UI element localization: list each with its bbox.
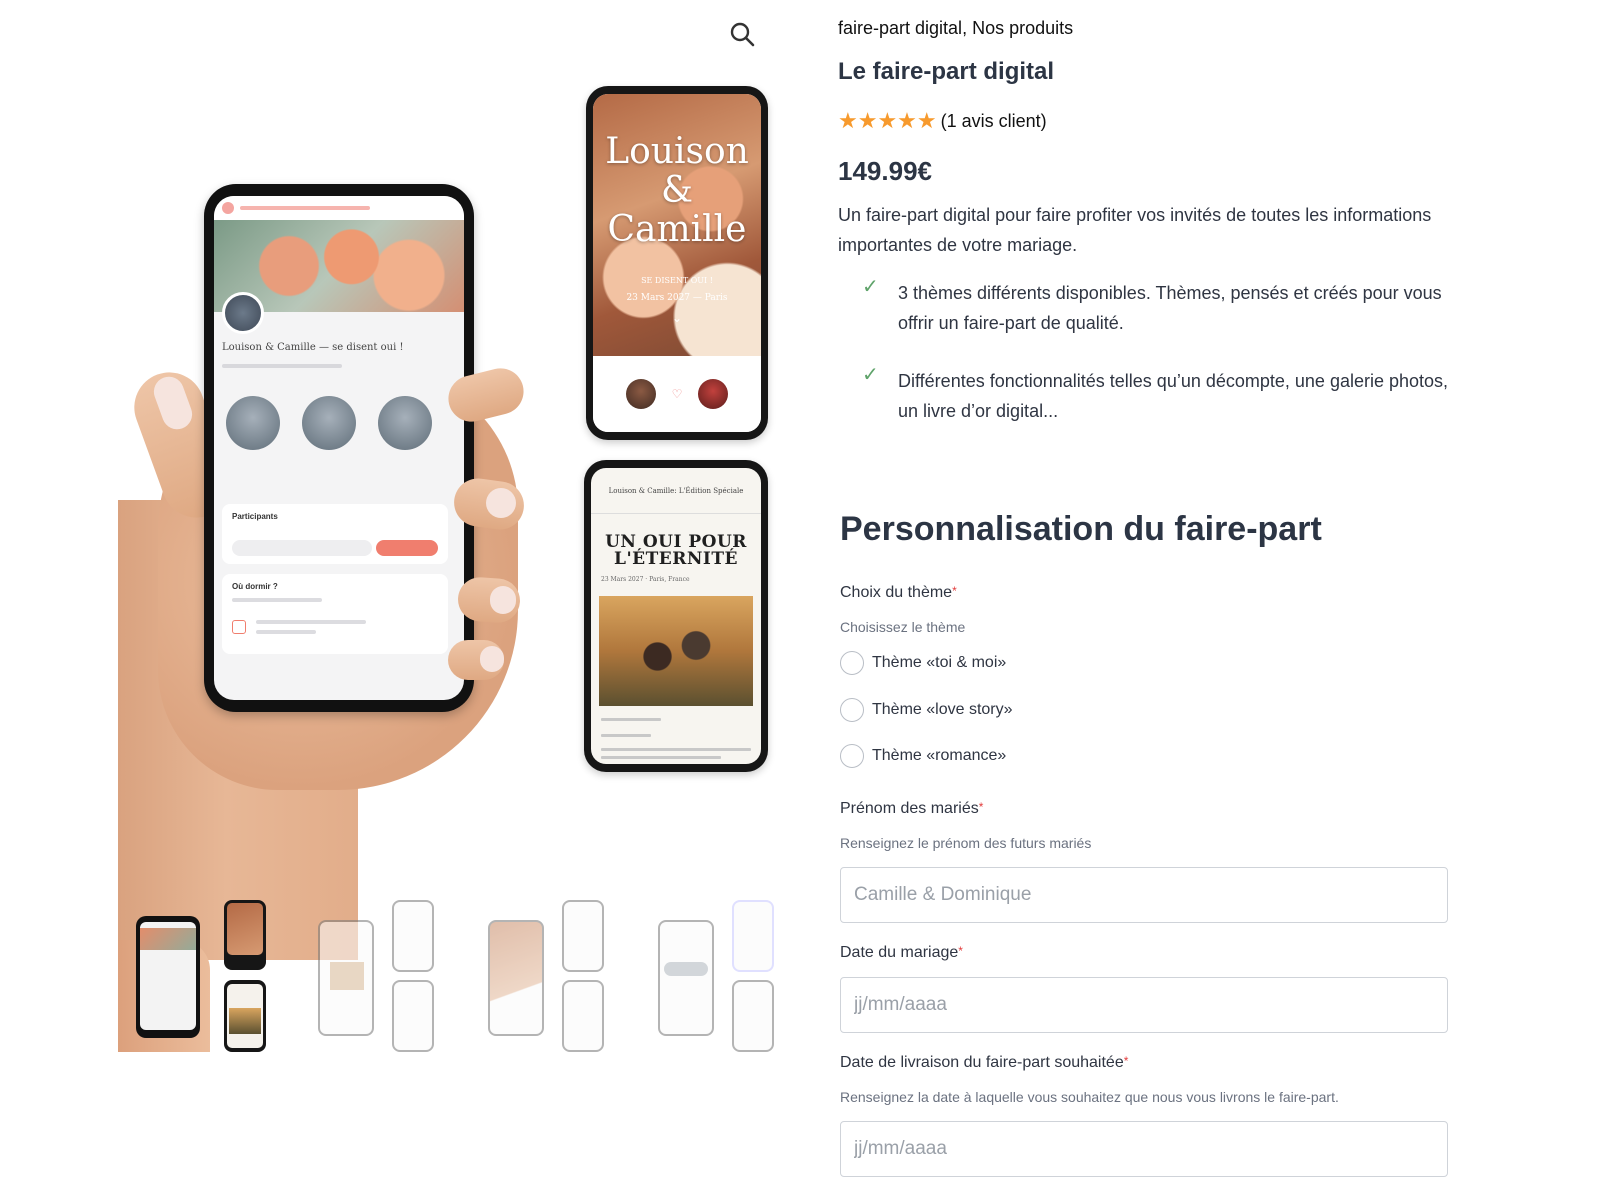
thumbnail-strip — [118, 900, 780, 1052]
radio-button[interactable] — [840, 744, 864, 768]
reviews-link[interactable]: (1 avis client) — [941, 111, 1047, 132]
theme-option-romance[interactable]: Thème «romance» — [840, 744, 1006, 768]
theme-option-toi-et-moi[interactable]: Thème «toi & moi» — [840, 651, 1006, 675]
wedding-date-label: Date du mariage* — [840, 944, 963, 961]
product-price: 149.99€ — [838, 156, 932, 186]
product-title: Le faire-part digital — [838, 58, 1055, 85]
delivery-date-input[interactable] — [840, 1121, 1448, 1177]
main-product-image[interactable]: Louison & Camille — se disent oui ! Part… — [118, 80, 786, 960]
names-help: Renseignez le prénom des futurs mariés — [840, 835, 1092, 851]
category-link-nos-produits[interactable]: Nos produits — [972, 18, 1073, 38]
breadcrumb-categories: faire-part digital, Nos produits — [838, 18, 1074, 38]
names-input[interactable] — [840, 867, 1448, 923]
theme-phone-love-story: Louison & Camille: L'Édition Spéciale UN… — [584, 460, 768, 772]
feature-item: ✓ 3 thèmes différents disponibles. Thème… — [862, 276, 1462, 338]
category-link-faire-part[interactable]: faire-part digital — [838, 18, 962, 38]
theme-help: Choisissez le thème — [840, 619, 966, 635]
star-rating-icon: ★★★★★ — [838, 108, 937, 133]
heart-icon: ♡ — [671, 387, 683, 401]
check-icon: ✓ — [862, 364, 879, 386]
feature-item: ✓ Différentes fonctionnalités telles qu’… — [862, 364, 1462, 426]
big-phone-title: Louison & Camille — se disent oui ! — [222, 342, 404, 353]
required-marker: * — [978, 800, 984, 814]
delivery-date-label: Date de livraison du faire-part souhaité… — [840, 1054, 1129, 1071]
couple-names: Louison & Camille — [605, 131, 749, 250]
customization-title: Personnalisation du faire-part — [840, 510, 1322, 548]
event-photo — [378, 396, 432, 450]
hotel-card: Où dormir ? — [222, 574, 448, 654]
theme-option-love-story[interactable]: Thème «love story» — [840, 698, 1013, 722]
participants-card: Participants — [222, 504, 448, 564]
big-phone-mockup: Louison & Camille — se disent oui ! Part… — [204, 184, 474, 712]
event-photo — [226, 396, 280, 450]
thumbnail-4[interactable] — [628, 900, 780, 1052]
groom-avatar — [625, 379, 656, 409]
newspaper-headline: UN OUI POUR L'ÉTERNITÉ — [605, 532, 747, 569]
delivery-date-help: Renseignez la date à laquelle vous souha… — [840, 1089, 1339, 1105]
theme-phone-romance: Louison & Camille SE DISENT OUI ! 23 Mar… — [586, 86, 768, 440]
product-rating: ★★★★★ (1 avis client) — [838, 108, 1047, 134]
event-photo — [302, 396, 356, 450]
wedding-date-input[interactable] — [840, 977, 1448, 1033]
names-label: Prénom des mariés* — [840, 800, 984, 817]
bride-avatar — [698, 379, 729, 409]
product-gallery: Louison & Camille — se disent oui ! Part… — [118, 0, 786, 1203]
thumbnail-1[interactable] — [118, 900, 270, 1052]
product-description: Un faire-part digital pour faire profite… — [838, 205, 1432, 255]
check-icon: ✓ — [862, 276, 879, 298]
couple-photo — [599, 596, 753, 706]
required-marker: * — [952, 584, 957, 598]
required-marker: * — [1123, 1054, 1129, 1068]
thumbnail-3[interactable] — [458, 900, 610, 1052]
required-marker: * — [958, 944, 963, 958]
thumbnail-2[interactable] — [288, 900, 440, 1052]
theme-label: Choix du thème* — [840, 584, 957, 601]
couple-avatar — [222, 292, 264, 334]
radio-button[interactable] — [840, 651, 864, 675]
radio-button[interactable] — [840, 698, 864, 722]
zoom-icon[interactable] — [728, 20, 758, 50]
